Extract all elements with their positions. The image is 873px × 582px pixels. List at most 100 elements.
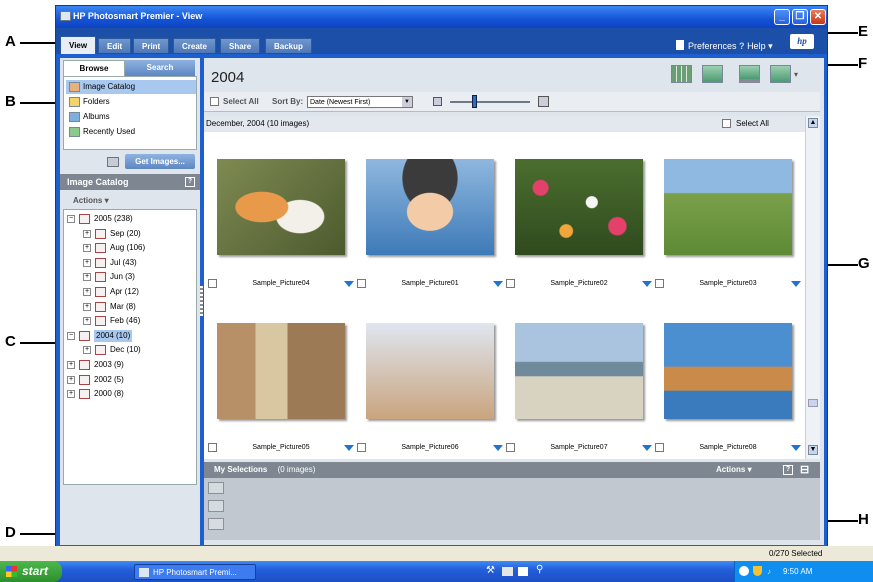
- thumbnail-caption: Sample_Picture07: [550, 444, 608, 451]
- messenger-icon[interactable]: [502, 567, 513, 576]
- thumbnail-checkbox[interactable]: [655, 443, 664, 452]
- taskbar-item-hp-photosmart[interactable]: HP Photosmart Premi...: [134, 564, 256, 580]
- tree-expander-icon[interactable]: −: [67, 215, 75, 223]
- start-button[interactable]: start: [0, 561, 62, 582]
- back-icon[interactable]: [739, 566, 749, 576]
- scroll-up-icon[interactable]: ▲: [808, 118, 818, 128]
- tree-expander-icon[interactable]: −: [67, 331, 75, 340]
- minimize-button[interactable]: _: [774, 9, 790, 25]
- tab-backup[interactable]: Backup: [265, 38, 312, 53]
- zoom-slider-thumb[interactable]: [472, 95, 477, 108]
- thumbnail-menu-icon[interactable]: [642, 445, 652, 451]
- tab-print[interactable]: Print: [133, 38, 170, 53]
- thumbnail-image[interactable]: [664, 323, 792, 419]
- thumbnail-checkbox[interactable]: [208, 443, 217, 452]
- volume-icon[interactable]: ♪: [767, 561, 771, 582]
- thumbnail-image[interactable]: [217, 323, 345, 419]
- tree-expander-icon[interactable]: +: [83, 244, 91, 253]
- tree-expander-icon[interactable]: +: [83, 317, 91, 326]
- tree-expander-icon[interactable]: +: [67, 390, 75, 399]
- security-shield-icon[interactable]: [753, 566, 762, 576]
- help-button[interactable]: ?: [185, 177, 195, 187]
- thumbnail-checkbox[interactable]: [655, 279, 664, 288]
- thumbnail-checkbox[interactable]: [208, 279, 217, 288]
- help-link[interactable]: Help: [747, 41, 766, 51]
- help-button[interactable]: ?: [783, 465, 793, 475]
- tree-expander-icon[interactable]: +: [67, 375, 75, 384]
- thumbnail-menu-icon[interactable]: [493, 281, 503, 287]
- thumbnail-menu-icon[interactable]: [344, 281, 354, 287]
- thumbnail-image[interactable]: [366, 323, 494, 419]
- slideshow-icon[interactable]: [770, 65, 791, 83]
- tree-expander-icon[interactable]: +: [67, 361, 75, 369]
- tab-share[interactable]: Share: [220, 38, 261, 53]
- group-select-all-checkbox[interactable]: [722, 119, 731, 128]
- zoom-out-icon[interactable]: [433, 97, 442, 106]
- callout-line-c: [20, 342, 60, 344]
- app-window: HP Photosmart Premier - View _ ❐ ✕ View …: [55, 5, 828, 562]
- thumbnail-image[interactable]: [217, 159, 345, 255]
- tree-expander-icon[interactable]: +: [83, 273, 91, 282]
- chevron-down-icon[interactable]: ▾: [794, 70, 798, 79]
- sort-select[interactable]: Date (Newest First) ▼: [307, 96, 413, 108]
- browse-item-recently-used[interactable]: Recently Used: [66, 125, 196, 139]
- pane-splitter[interactable]: [200, 286, 203, 316]
- update-icon[interactable]: ⚲: [536, 564, 543, 575]
- calendar-icon: [79, 374, 90, 385]
- selected-count: 0/270 Selected: [769, 549, 823, 558]
- browse-item-albums[interactable]: Albums: [66, 110, 196, 124]
- tab-browse[interactable]: Browse: [63, 60, 125, 76]
- thumbnail-menu-icon[interactable]: [344, 445, 354, 451]
- thumbnail-image[interactable]: [366, 159, 494, 255]
- thumbnail-checkbox[interactable]: [506, 443, 515, 452]
- thumbnail-checkbox[interactable]: [357, 279, 366, 288]
- thumbnail-image[interactable]: [515, 159, 643, 255]
- filmstrip-icon[interactable]: [739, 65, 760, 83]
- thumbnail-menu-icon[interactable]: [791, 281, 801, 287]
- thumbnail-checkbox[interactable]: [506, 279, 515, 288]
- album-selection-icon[interactable]: [208, 518, 224, 530]
- tab-edit[interactable]: Edit: [98, 38, 132, 53]
- tree-expander-icon[interactable]: +: [83, 288, 91, 296]
- browse-item-folders[interactable]: Folders: [66, 95, 196, 109]
- browse-item-image-catalog[interactable]: Image Catalog: [66, 80, 196, 94]
- scroll-thumb[interactable]: [808, 399, 818, 407]
- catalog-actions-menu[interactable]: Actions ▾: [73, 196, 109, 205]
- help-tray-icon[interactable]: [518, 567, 528, 576]
- tab-view[interactable]: View: [60, 36, 97, 54]
- zoom-slider[interactable]: [450, 101, 530, 103]
- zoom-in-icon[interactable]: [538, 96, 549, 107]
- get-images-button[interactable]: Get Images...: [125, 154, 195, 169]
- scroll-down-icon[interactable]: ▼: [808, 445, 818, 455]
- tab-create[interactable]: Create: [173, 38, 216, 53]
- thumbnail-menu-icon[interactable]: [493, 445, 503, 451]
- tree-expander-icon[interactable]: +: [83, 302, 91, 311]
- header-links: Preferences ? Help ▾: [676, 40, 773, 52]
- tree-expander-icon[interactable]: +: [83, 258, 91, 267]
- title-bar[interactable]: HP Photosmart Premier - View _ ❐ ✕: [56, 6, 827, 28]
- tab-search[interactable]: Search: [125, 60, 195, 76]
- thumbnail-menu-icon[interactable]: [791, 445, 801, 451]
- selection-actions-menu[interactable]: Actions ▾: [716, 462, 752, 478]
- tree-node-label: 2003 (9): [94, 360, 124, 369]
- thumbnail-menu-icon[interactable]: [642, 281, 652, 287]
- vertical-scrollbar[interactable]: ▲ ▼: [805, 116, 820, 459]
- collapse-button[interactable]: ⊟: [800, 462, 809, 478]
- email-selection-icon[interactable]: [208, 500, 224, 512]
- thumbnail-image[interactable]: [515, 323, 643, 419]
- tree-expander-icon[interactable]: +: [83, 346, 91, 355]
- single-image-icon[interactable]: [702, 65, 723, 83]
- thumbnail-image[interactable]: [664, 159, 792, 255]
- preferences-link[interactable]: Preferences: [688, 41, 737, 51]
- thumbnail-checkbox[interactable]: [357, 443, 366, 452]
- camera-icon[interactable]: [107, 157, 119, 167]
- network-tool-icon[interactable]: ⚒: [486, 565, 495, 576]
- chevron-down-icon[interactable]: ▾: [768, 41, 773, 51]
- select-all-checkbox[interactable]: [210, 97, 219, 106]
- close-button[interactable]: ✕: [810, 9, 826, 25]
- tree-expander-icon[interactable]: +: [83, 229, 91, 238]
- grid-view-icon[interactable]: [671, 65, 692, 83]
- maximize-button[interactable]: ❐: [792, 9, 808, 25]
- taskbar-item-label: HP Photosmart Premi...: [153, 568, 237, 577]
- print-selection-icon[interactable]: [208, 482, 224, 494]
